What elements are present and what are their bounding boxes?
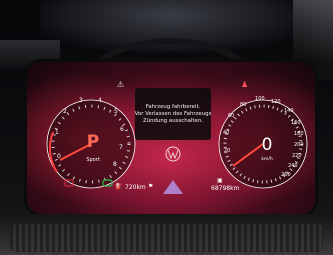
speed-tick-180: 180 — [294, 131, 304, 137]
tach-tick-1: 1 — [55, 129, 59, 136]
speed-tick-100: 100 — [255, 96, 265, 102]
tach-tick-8: 8 — [113, 161, 117, 168]
vw-logo-mark — [167, 149, 179, 160]
steering-column-texture — [10, 224, 323, 252]
speed-tick-80: 80 — [240, 102, 247, 108]
traffic-sign-icon: ⚑ — [148, 183, 154, 190]
speed-tick-120: 120 — [271, 99, 281, 105]
speed-tick-220: 220 — [292, 153, 302, 159]
tach-tick-5: 5 — [114, 108, 118, 115]
tach-tick-7: 7 — [119, 144, 123, 151]
lane-assist-triangle — [163, 180, 183, 194]
tach-tick-2: 2 — [63, 108, 67, 115]
tach-tick-6: 6 — [120, 126, 124, 133]
car-warning-icon: ⚠ — [117, 80, 125, 89]
digital-cockpit-display: 0 1 2 3 4 5 6 7 8 P Sport 20 40 60 80 10… — [27, 62, 315, 214]
car-interior-photo: 0 1 2 3 4 5 6 7 8 P Sport 20 40 60 80 10… — [0, 0, 333, 255]
drive-mode: Sport — [86, 157, 100, 163]
speed-readout: 0 — [261, 135, 273, 155]
message-box: Fahrzeug fahrbereit. Vor Verlassen des F… — [135, 88, 211, 140]
speed-tick-140: 140 — [284, 108, 294, 114]
message-line-1: Fahrzeug fahrbereit. — [145, 103, 201, 110]
odometer-icon: ▣ — [217, 177, 223, 184]
gear-indicator: P — [86, 132, 100, 152]
tach-tick-3: 3 — [79, 97, 83, 104]
message-line-3: Zündung ausschalten. — [143, 117, 203, 124]
odometer-readout: 68798km — [211, 185, 240, 192]
tach-tick-4: 4 — [98, 97, 102, 104]
tach-tick-0: 0 — [57, 153, 61, 160]
range-readout: 720km — [125, 184, 146, 191]
speed-tick-240: 240 — [288, 163, 298, 169]
speed-unit: km/h — [261, 157, 273, 162]
fuel-icon: ⛽ — [115, 183, 123, 190]
speed-tick-40: 40 — [223, 130, 230, 136]
speed-tick-20: 20 — [224, 148, 231, 154]
speed-tick-200: 200 — [294, 142, 304, 148]
message-line-2: Vor Verlassen des Fahrzeugs — [134, 110, 212, 117]
seatbelt-icon: ♟ — [241, 80, 249, 89]
speed-tick-260: 260 — [281, 172, 291, 178]
speed-tick-60: 60 — [228, 113, 235, 119]
speed-tick-160: 160 — [291, 120, 301, 126]
